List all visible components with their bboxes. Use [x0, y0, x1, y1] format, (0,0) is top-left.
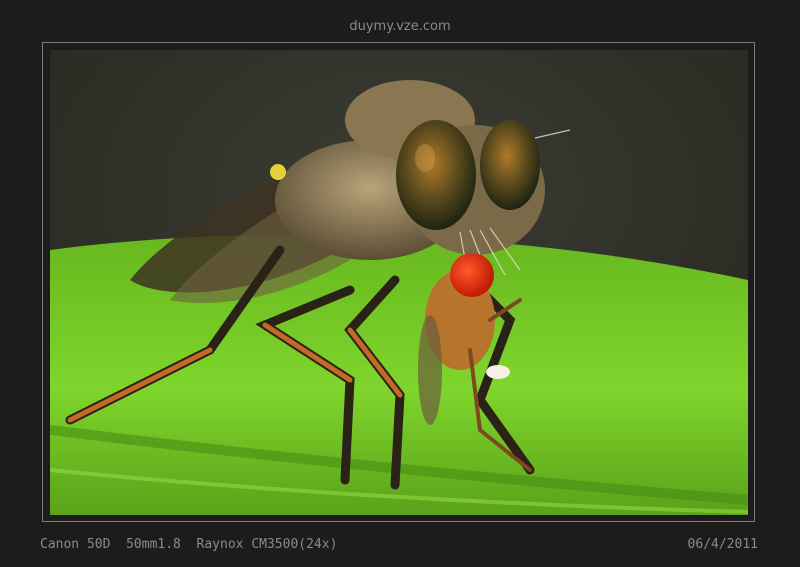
watermark-text: duymy.vze.com: [349, 19, 451, 34]
camera-settings-caption: Canon 50D 50mm1.8 Raynox CM3500(24x): [40, 537, 338, 552]
robber-fly-macro-image: [50, 50, 748, 515]
date-caption: 06/4/2011: [687, 537, 758, 552]
photo: [50, 50, 748, 515]
